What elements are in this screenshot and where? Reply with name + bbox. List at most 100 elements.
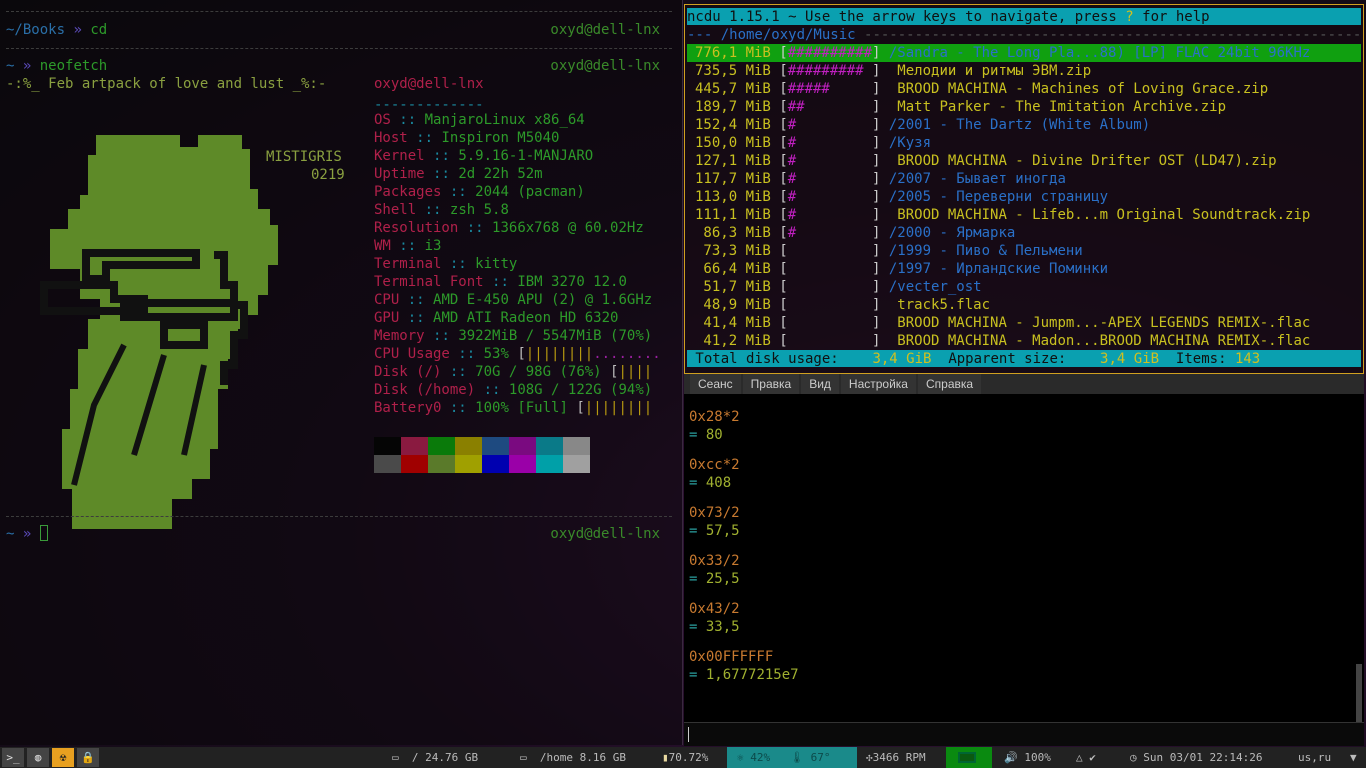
bar-open: [	[770, 153, 788, 169]
header-text: for help	[1133, 9, 1210, 25]
row-bar	[788, 333, 872, 349]
ncdu-row[interactable]: 445,7 MiB [##### ] BROOD MACHINA - Machi…	[687, 80, 1361, 98]
ncdu-row[interactable]: 41,4 MiB [ ] BROOD MACHINA - Jumpm...-AP…	[687, 314, 1361, 332]
palette-swatch	[536, 455, 563, 473]
bar-open: [	[770, 279, 788, 295]
calc-result-line: = 1,6777215e7	[689, 666, 799, 684]
equals-sign: =	[689, 667, 698, 683]
calc-entry: 0x28*2 = 80	[689, 408, 799, 444]
row-name: track5.flac	[888, 297, 991, 313]
bar-close: ]	[872, 63, 889, 79]
items-value: 143	[1234, 351, 1261, 367]
info-line: Kernel :: 5.9.16-1-MANJARO	[374, 147, 674, 165]
info-line: CPU :: AMD E-450 APU (2) @ 1.6GHz	[374, 291, 674, 309]
disk-root-value: / 24.76 GB	[411, 751, 479, 764]
ncdu-row[interactable]: 127,1 MiB [# ] BROOD MACHINA - Divine Dr…	[687, 152, 1361, 170]
linux-icon: △	[1076, 751, 1083, 764]
info-sep: ::	[492, 274, 509, 290]
wifi-icon[interactable]: ▼	[1350, 747, 1357, 768]
row-bar	[788, 261, 872, 277]
help-key: ?	[1125, 9, 1134, 25]
prompt-line: ~ » neofetch oxyd@dell-lnx	[6, 57, 672, 75]
calc-result-line: = 57,5	[689, 522, 799, 540]
prompt-arrow: »	[22, 58, 32, 74]
bar-open: [	[517, 346, 526, 362]
ncdu-row[interactable]: 66,4 MiB [ ] /1997 - Ирландские Поминки	[687, 260, 1361, 278]
calc-result-line: = 33,5	[689, 618, 799, 636]
ncdu-row[interactable]: 73,3 MiB [ ] /1999 - Пиво & Пельмени	[687, 242, 1361, 260]
menu-session[interactable]: Сеанс	[690, 374, 741, 394]
volume[interactable]: 🔊 100%	[1004, 747, 1051, 768]
workspace-button[interactable]: 🔒	[77, 748, 99, 767]
info-key: WM	[374, 238, 391, 254]
palette-swatch	[374, 437, 401, 455]
ncdu-row[interactable]: 117,7 MiB [# ] /2007 - Бывает иногда	[687, 170, 1361, 188]
scrollbar[interactable]	[1356, 664, 1362, 724]
info-line: OS :: ManjaroLinux x86_64	[374, 111, 674, 129]
keyboard-layout[interactable]: us,ru	[1298, 747, 1331, 768]
info-key: Terminal Font	[374, 274, 484, 290]
ncdu-row[interactable]: 41,2 MiB [ ] BROOD MACHINA - Madon...BRO…	[687, 332, 1361, 350]
workspace-button[interactable]: ☢	[52, 748, 74, 767]
info-value: 100% [Full]	[475, 400, 568, 416]
info-key: CPU	[374, 292, 400, 308]
disk-home: ▭ /home 8.16 GB	[520, 747, 626, 768]
ncdu-row[interactable]: 51,7 MiB [ ] /vecter_ost	[687, 278, 1361, 296]
ncdu-row[interactable]: 776,1 MiB [##########] /Sandra - The Lon…	[687, 44, 1361, 62]
palette-swatch	[509, 455, 536, 473]
calc-expression: 0x28*2	[689, 409, 740, 425]
host: oxyd@dell-lnx	[550, 526, 660, 542]
equals-sign: =	[689, 571, 698, 587]
row-bar: #####	[787, 81, 873, 97]
row-bar: #	[787, 117, 873, 133]
info-value: IBM 3270 12.0	[517, 274, 627, 290]
ncdu-row[interactable]: 111,1 MiB [# ] BROOD MACHINA - Lifeb...m…	[687, 206, 1361, 224]
separator	[6, 516, 672, 517]
ncdu-row[interactable]: 86,3 MiB [# ] /2000 - Ярмарка	[687, 224, 1361, 242]
menu-help[interactable]: Справка	[917, 374, 982, 394]
row-name: BROOD MACHINA - Machines of Loving Grace…	[888, 81, 1269, 97]
info-line: Resolution :: 1366x768 @ 60.02Hz	[374, 219, 674, 237]
menu-view[interactable]: Вид	[801, 374, 839, 394]
menu-edit[interactable]: Правка	[742, 374, 800, 394]
i3-status-bar: >_ ◍ ☢ 🔒 ▭ / 24.76 GB ▭ /home 8.16 GB ▮70.7…	[0, 747, 1366, 768]
menu-settings[interactable]: Настройка	[840, 374, 916, 394]
info-value: 5.9.16-1-MANJARO	[458, 148, 594, 164]
info-value: 3922MiB / 5547MiB (70%)	[458, 328, 653, 344]
workspace-button[interactable]: >_	[2, 748, 24, 767]
row-size: 86,3 MiB	[695, 225, 771, 241]
info-sep: ::	[433, 148, 450, 164]
ncdu-row[interactable]: 189,7 MiB [## ] Matt Parker - The Imitat…	[687, 98, 1361, 116]
info-line: Uptime :: 2d 22h 52m	[374, 165, 674, 183]
neofetch-user-host: oxyd@dell-lnx	[374, 76, 484, 92]
bar-close: ]	[872, 261, 889, 277]
row-bar: ##	[787, 99, 873, 115]
info-key: Kernel	[374, 148, 425, 164]
row-name: /vecter_ost	[888, 279, 982, 295]
row-name: /1999 - Пиво & Пельмени	[888, 243, 1083, 259]
row-bar	[788, 279, 872, 295]
host: oxyd@dell-lnx	[550, 22, 660, 38]
row-name: /2000 - Ярмарка	[888, 225, 1016, 241]
prompt-line[interactable]: ~ » oxyd@dell-lnx	[6, 525, 672, 543]
ncdu-path: --- /home/oxyd/Music -------------------…	[687, 27, 1361, 43]
ncdu-window[interactable]: ncdu 1.15.1 ~ Use the arrow keys to navi…	[684, 4, 1364, 374]
current-path: --- /home/oxyd/Music	[687, 27, 865, 43]
calc-input[interactable]	[684, 722, 1364, 746]
workspace-button[interactable]: ◍	[27, 748, 49, 767]
ncdu-row[interactable]: 48,9 MiB [ ] track5.flac	[687, 296, 1361, 314]
row-size: 66,4 MiB	[695, 261, 771, 277]
radiation-icon: ☢	[59, 751, 67, 764]
ncdu-row[interactable]: 113,0 MiB [# ] /2005 - Переверни страниц…	[687, 188, 1361, 206]
info-key: CPU Usage	[374, 346, 450, 362]
bar-close: ]	[872, 243, 889, 259]
row-name: /2001 - The Dartz (White Album)	[888, 117, 1151, 133]
terminal-neofetch[interactable]: ~/Books » cd oxyd@dell-lnx ~ » neofetch ox…	[0, 0, 683, 745]
equals-sign: =	[689, 523, 698, 539]
ncdu-row[interactable]: 152,4 MiB [# ] /2001 - The Dartz (White …	[687, 116, 1361, 134]
konsole-calculator[interactable]: Сеанс Правка Вид Настройка Справка 0x28*…	[684, 374, 1364, 746]
separator	[6, 48, 672, 49]
ncdu-row[interactable]: 150,0 MiB [# ] /Кузя	[687, 134, 1361, 152]
ncdu-row[interactable]: 735,5 MiB [######### ] Мелодии и ритмы Э…	[687, 62, 1361, 80]
row-name: Мелодии и ритмы ЭВМ.zip	[888, 63, 1092, 79]
